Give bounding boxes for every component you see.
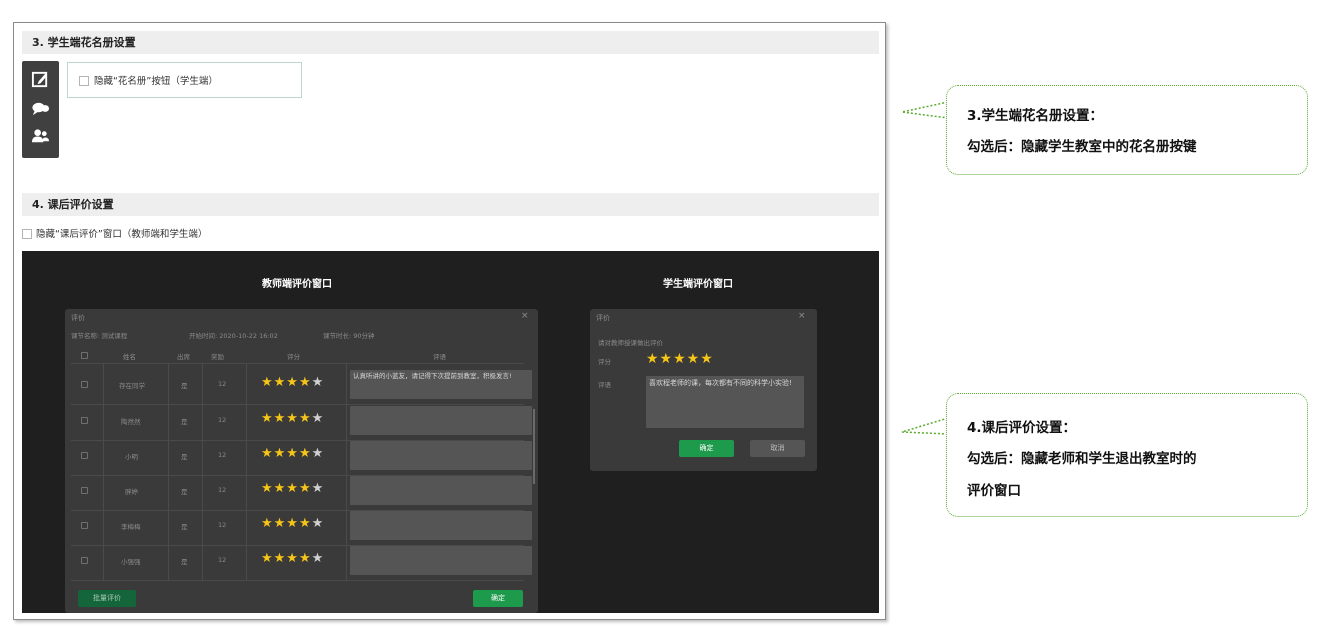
lesson-duration: 课节时长: 90分钟 <box>323 332 375 340</box>
evaluation-prompt: 请对教师授课做出评价 <box>598 339 663 347</box>
hide-evaluation-label: 隐藏“课后评价”窗口（教师端和学生端） <box>36 229 208 240</box>
row-checkbox[interactable] <box>81 452 88 459</box>
start-time: 开始时间: 2020-10-22 16:02 <box>189 332 278 340</box>
star-rating[interactable]: ★★★★★ <box>646 351 714 367</box>
teacher-dialog-title: 评价 <box>71 314 85 322</box>
divider <box>71 363 524 364</box>
col-header-score: 评分 <box>287 353 300 361</box>
attend-value: 是 <box>181 488 188 496</box>
divider <box>202 363 203 581</box>
callout-evaluation-desc: 勾选后：隐藏老师和学生退出教室时的 <box>967 451 1197 467</box>
hide-evaluation-checkbox[interactable] <box>22 229 32 239</box>
comment-field[interactable] <box>350 406 532 435</box>
student-name: 小强强 <box>121 558 141 566</box>
divider <box>71 580 524 581</box>
callout-pointer <box>901 417 949 435</box>
student-dialog-title: 评价 <box>596 314 610 322</box>
star-rating[interactable]: ★★★★★ <box>261 481 324 496</box>
chat-icon <box>32 102 50 116</box>
batch-evaluate-button[interactable]: 批量评价 <box>78 590 136 607</box>
lesson-name: 课节名称: 测试课程 <box>71 332 128 340</box>
reward-value: 12 <box>218 380 227 388</box>
row-checkbox[interactable] <box>81 557 88 564</box>
edit-icon <box>31 71 48 88</box>
comment-field[interactable]: 喜欢程老师的课，每次都有不同的科学小实验! <box>646 376 804 428</box>
student-name: 陶然然 <box>121 418 141 426</box>
star-rating[interactable]: ★★★★★ <box>261 411 324 426</box>
comment-field[interactable] <box>350 441 532 470</box>
reward-value: 12 <box>218 521 227 529</box>
row-checkbox[interactable] <box>81 381 88 388</box>
attend-value: 是 <box>181 382 188 390</box>
reward-value: 12 <box>218 486 227 494</box>
comment-label: 评语 <box>598 381 611 389</box>
callout-evaluation: 4.课后评价设置： 勾选后：隐藏老师和学生退出教室时的 评价窗口 <box>946 393 1308 517</box>
col-header-reward: 奖励 <box>211 353 224 361</box>
callout-evaluation-desc-2: 评价窗口 <box>967 483 1021 499</box>
reward-value: 12 <box>218 416 227 424</box>
section-4-header: 4. 课后评价设置 <box>22 193 879 216</box>
score-label: 评分 <box>598 358 611 366</box>
scrollbar[interactable] <box>533 409 535 484</box>
confirm-button[interactable]: 确定 <box>473 590 523 607</box>
attend-value: 是 <box>181 418 188 426</box>
star-rating[interactable]: ★★★★★ <box>261 446 324 461</box>
roster-option-box: 隐藏“花名册”按钮（学生端） <box>67 62 302 98</box>
close-icon[interactable]: × <box>521 311 529 321</box>
star-rating[interactable]: ★★★★★ <box>261 375 324 390</box>
settings-panel: 3. 学生端花名册设置 隐藏“花名册”按钮（学生端） 4. 课后评价设置 隐藏“… <box>13 22 886 620</box>
teacher-evaluation-dialog: 评价 × 课节名称: 测试课程 开始时间: 2020-10-22 16:02 课… <box>65 309 538 613</box>
row-checkbox[interactable] <box>81 487 88 494</box>
divider <box>246 363 247 581</box>
callout-roster: 3.学生端花名册设置： 勾选后：隐藏学生教室中的花名册按键 <box>946 85 1308 175</box>
close-icon[interactable]: × <box>798 311 806 321</box>
divider <box>346 363 347 581</box>
divider <box>168 363 169 581</box>
hide-roster-checkbox[interactable] <box>79 76 89 86</box>
attend-value: 是 <box>181 558 188 566</box>
attend-value: 是 <box>181 523 188 531</box>
col-header-attend: 出席 <box>177 353 190 361</box>
callout-evaluation-title: 4.课后评价设置： <box>967 420 1077 436</box>
row-checkbox[interactable] <box>81 522 88 529</box>
classroom-toolbar-preview <box>22 61 59 158</box>
student-evaluation-dialog: 评价 × 请对教师授课做出评价 评分 ★★★★★ 评语 喜欢程老师的课，每次都有… <box>590 309 817 471</box>
reward-value: 12 <box>218 451 227 459</box>
student-name: 存在同学 <box>119 382 145 390</box>
col-header-comment: 评语 <box>433 353 446 361</box>
reward-value: 12 <box>218 556 227 564</box>
comment-text: 喜欢程老师的课，每次都有不同的科学小实验! <box>649 379 792 387</box>
confirm-button[interactable]: 确定 <box>679 440 734 457</box>
student-name: 小明 <box>125 453 138 461</box>
evaluation-preview: 教师端评价窗口 学生端评价窗口 评价 × 课节名称: 测试课程 开始时间: 20… <box>22 251 879 613</box>
comment-text: 认真听讲的小蓝友，请记得下次提前到教室，积极发言! <box>353 372 512 380</box>
col-header-name: 姓名 <box>123 353 136 361</box>
callout-roster-desc: 勾选后：隐藏学生教室中的花名册按键 <box>967 139 1197 155</box>
divider <box>71 404 524 405</box>
student-name: 胖婷 <box>125 488 138 496</box>
cancel-button[interactable]: 取消 <box>750 440 805 457</box>
comment-field[interactable]: 认真听讲的小蓝友，请记得下次提前到教室，积极发言! <box>350 370 532 399</box>
users-icon <box>31 129 50 143</box>
comment-field[interactable] <box>350 476 532 505</box>
star-rating[interactable]: ★★★★★ <box>261 516 324 531</box>
hide-roster-label: 隐藏“花名册”按钮（学生端） <box>94 76 218 87</box>
attend-value: 是 <box>181 453 188 461</box>
select-all-checkbox[interactable] <box>81 352 88 359</box>
student-name: 李梅梅 <box>121 523 141 531</box>
callout-pointer <box>901 101 949 119</box>
student-window-title: 学生端评价窗口 <box>663 279 733 290</box>
comment-field[interactable] <box>350 511 532 540</box>
row-checkbox[interactable] <box>81 417 88 424</box>
callout-roster-title: 3.学生端花名册设置： <box>967 108 1104 124</box>
teacher-window-title: 教师端评价窗口 <box>262 279 332 290</box>
divider <box>103 363 104 581</box>
comment-field[interactable] <box>350 546 532 575</box>
section-3-header: 3. 学生端花名册设置 <box>22 31 879 54</box>
star-rating[interactable]: ★★★★★ <box>261 551 324 566</box>
